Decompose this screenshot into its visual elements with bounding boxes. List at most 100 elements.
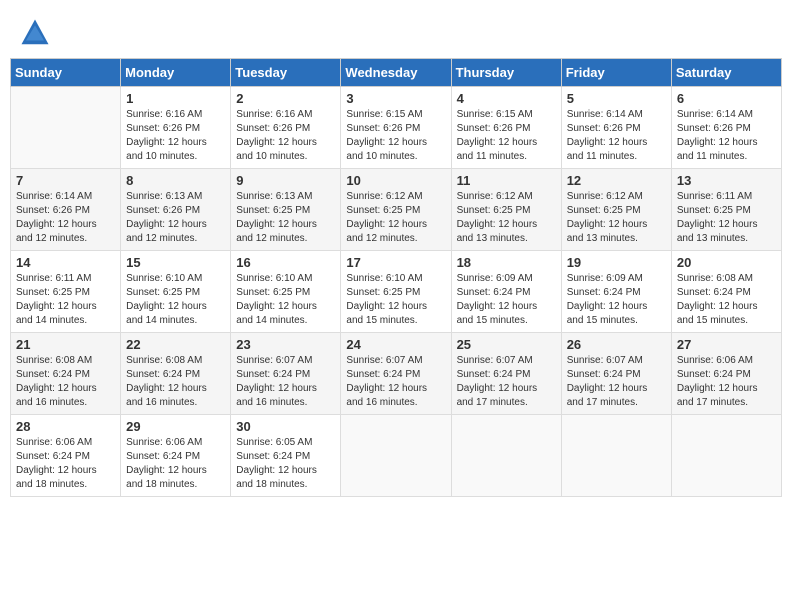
calendar-cell: 23 Sunrise: 6:07 AM Sunset: 6:24 PM Dayli…: [231, 333, 341, 415]
calendar-cell: 5 Sunrise: 6:14 AM Sunset: 6:26 PM Daylig…: [561, 87, 671, 169]
page-header: [10, 10, 782, 52]
day-info: Sunrise: 6:16 AM Sunset: 6:26 PM Dayligh…: [236, 108, 335, 164]
calendar-cell: 27Sunrise: 6:06 AM Sunset: 6:24 PM Dayli…: [671, 333, 781, 415]
calendar-cell: 12 Sunrise: 6:12 AM Sunset: 6:25 PM Dayli…: [561, 169, 671, 251]
calendar-cell: 28 Sunrise: 6:06 AM Sunset: 6:24 PM Dayli…: [11, 415, 121, 497]
day-info: Sunrise: 6:07 AM Sunset: 6:24 PM Dayligh…: [236, 354, 335, 410]
day-info: Sunrise: 6:14 AM Sunset: 6:26 PM Dayligh…: [677, 108, 776, 164]
day-number: 17: [346, 255, 445, 270]
calendar-cell: 21 Sunrise: 6:08 AM Sunset: 6:24 PM Dayli…: [11, 333, 121, 415]
day-info: Sunrise: 6:08 AM Sunset: 6:24 PM Dayligh…: [677, 272, 776, 328]
day-number: 5: [567, 91, 666, 106]
day-number: 4: [457, 91, 556, 106]
day-number: 26: [567, 337, 666, 352]
calendar-cell: 6 Sunrise: 6:14 AM Sunset: 6:26 PM Daylig…: [671, 87, 781, 169]
calendar-cell: 7Sunrise: 6:14 AM Sunset: 6:26 PM Daylig…: [11, 169, 121, 251]
calendar-cell: 18 Sunrise: 6:09 AM Sunset: 6:24 PM Dayli…: [451, 251, 561, 333]
calendar-week-row: 7Sunrise: 6:14 AM Sunset: 6:26 PM Daylig…: [11, 169, 782, 251]
day-number: 3: [346, 91, 445, 106]
day-number: 13: [677, 173, 776, 188]
calendar-cell: [671, 415, 781, 497]
calendar-cell: 9Sunrise: 6:13 AM Sunset: 6:25 PM Daylig…: [231, 169, 341, 251]
calendar-cell: 13Sunrise: 6:11 AM Sunset: 6:25 PM Dayli…: [671, 169, 781, 251]
day-header-wednesday: Wednesday: [341, 59, 451, 87]
day-number: 29: [126, 419, 225, 434]
calendar-cell: 10Sunrise: 6:12 AM Sunset: 6:25 PM Dayli…: [341, 169, 451, 251]
calendar-cell: 1 Sunrise: 6:16 AM Sunset: 6:26 PM Daylig…: [121, 87, 231, 169]
day-number: 27: [677, 337, 776, 352]
calendar-week-row: 1 Sunrise: 6:16 AM Sunset: 6:26 PM Daylig…: [11, 87, 782, 169]
calendar-cell: 29 Sunrise: 6:06 AM Sunset: 6:24 PM Dayli…: [121, 415, 231, 497]
day-number: 11: [457, 173, 556, 188]
day-number: 9: [236, 173, 335, 188]
day-info: Sunrise: 6:06 AM Sunset: 6:24 PM Dayligh…: [16, 436, 115, 492]
calendar-cell: 15 Sunrise: 6:10 AM Sunset: 6:25 PM Dayli…: [121, 251, 231, 333]
calendar-cell: [341, 415, 451, 497]
calendar-cell: 11 Sunrise: 6:12 AM Sunset: 6:25 PM Dayli…: [451, 169, 561, 251]
day-number: 23: [236, 337, 335, 352]
day-info: Sunrise: 6:07 AM Sunset: 6:24 PM Dayligh…: [346, 354, 445, 410]
day-info: Sunrise: 6:06 AM Sunset: 6:24 PM Dayligh…: [126, 436, 225, 492]
calendar-cell: 2Sunrise: 6:16 AM Sunset: 6:26 PM Daylig…: [231, 87, 341, 169]
calendar-cell: 16Sunrise: 6:10 AM Sunset: 6:25 PM Dayli…: [231, 251, 341, 333]
day-info: Sunrise: 6:16 AM Sunset: 6:26 PM Dayligh…: [126, 108, 225, 164]
calendar-cell: [451, 415, 561, 497]
day-number: 20: [677, 255, 776, 270]
calendar-cell: 25Sunrise: 6:07 AM Sunset: 6:24 PM Dayli…: [451, 333, 561, 415]
day-info: Sunrise: 6:07 AM Sunset: 6:24 PM Dayligh…: [567, 354, 666, 410]
day-info: Sunrise: 6:11 AM Sunset: 6:25 PM Dayligh…: [16, 272, 115, 328]
day-number: 28: [16, 419, 115, 434]
day-info: Sunrise: 6:15 AM Sunset: 6:26 PM Dayligh…: [457, 108, 556, 164]
calendar-cell: 24Sunrise: 6:07 AM Sunset: 6:24 PM Dayli…: [341, 333, 451, 415]
day-header-tuesday: Tuesday: [231, 59, 341, 87]
day-number: 14: [16, 255, 115, 270]
day-info: Sunrise: 6:12 AM Sunset: 6:25 PM Dayligh…: [457, 190, 556, 246]
calendar-cell: 14 Sunrise: 6:11 AM Sunset: 6:25 PM Dayli…: [11, 251, 121, 333]
calendar-header-row: SundayMondayTuesdayWednesdayThursdayFrid…: [11, 59, 782, 87]
day-info: Sunrise: 6:15 AM Sunset: 6:26 PM Dayligh…: [346, 108, 445, 164]
day-header-friday: Friday: [561, 59, 671, 87]
calendar-week-row: 14 Sunrise: 6:11 AM Sunset: 6:25 PM Dayli…: [11, 251, 782, 333]
day-info: Sunrise: 6:10 AM Sunset: 6:25 PM Dayligh…: [126, 272, 225, 328]
day-info: Sunrise: 6:08 AM Sunset: 6:24 PM Dayligh…: [126, 354, 225, 410]
day-number: 18: [457, 255, 556, 270]
day-header-thursday: Thursday: [451, 59, 561, 87]
day-info: Sunrise: 6:07 AM Sunset: 6:24 PM Dayligh…: [457, 354, 556, 410]
day-number: 6: [677, 91, 776, 106]
day-number: 7: [16, 173, 115, 188]
day-number: 30: [236, 419, 335, 434]
calendar-cell: 3 Sunrise: 6:15 AM Sunset: 6:26 PM Daylig…: [341, 87, 451, 169]
logo: [20, 18, 54, 48]
calendar-cell: [561, 415, 671, 497]
calendar-cell: 20 Sunrise: 6:08 AM Sunset: 6:24 PM Dayli…: [671, 251, 781, 333]
calendar-week-row: 28 Sunrise: 6:06 AM Sunset: 6:24 PM Dayli…: [11, 415, 782, 497]
day-number: 16: [236, 255, 335, 270]
day-number: 19: [567, 255, 666, 270]
day-number: 12: [567, 173, 666, 188]
day-number: 15: [126, 255, 225, 270]
calendar-table: SundayMondayTuesdayWednesdayThursdayFrid…: [10, 58, 782, 497]
day-number: 22: [126, 337, 225, 352]
day-info: Sunrise: 6:14 AM Sunset: 6:26 PM Dayligh…: [567, 108, 666, 164]
calendar-cell: 30 Sunrise: 6:05 AM Sunset: 6:24 PM Dayli…: [231, 415, 341, 497]
calendar-cell: 26 Sunrise: 6:07 AM Sunset: 6:24 PM Dayli…: [561, 333, 671, 415]
day-number: 10: [346, 173, 445, 188]
day-header-saturday: Saturday: [671, 59, 781, 87]
calendar-cell: 17 Sunrise: 6:10 AM Sunset: 6:25 PM Dayli…: [341, 251, 451, 333]
day-header-monday: Monday: [121, 59, 231, 87]
day-info: Sunrise: 6:09 AM Sunset: 6:24 PM Dayligh…: [457, 272, 556, 328]
day-number: 1: [126, 91, 225, 106]
day-info: Sunrise: 6:09 AM Sunset: 6:24 PM Dayligh…: [567, 272, 666, 328]
calendar-cell: 4 Sunrise: 6:15 AM Sunset: 6:26 PM Daylig…: [451, 87, 561, 169]
day-header-sunday: Sunday: [11, 59, 121, 87]
calendar-cell: 8Sunrise: 6:13 AM Sunset: 6:26 PM Daylig…: [121, 169, 231, 251]
calendar-week-row: 21 Sunrise: 6:08 AM Sunset: 6:24 PM Dayli…: [11, 333, 782, 415]
day-info: Sunrise: 6:08 AM Sunset: 6:24 PM Dayligh…: [16, 354, 115, 410]
day-info: Sunrise: 6:10 AM Sunset: 6:25 PM Dayligh…: [346, 272, 445, 328]
day-number: 21: [16, 337, 115, 352]
day-number: 8: [126, 173, 225, 188]
logo-icon: [20, 18, 50, 48]
day-info: Sunrise: 6:05 AM Sunset: 6:24 PM Dayligh…: [236, 436, 335, 492]
day-info: Sunrise: 6:12 AM Sunset: 6:25 PM Dayligh…: [567, 190, 666, 246]
calendar-cell: [11, 87, 121, 169]
